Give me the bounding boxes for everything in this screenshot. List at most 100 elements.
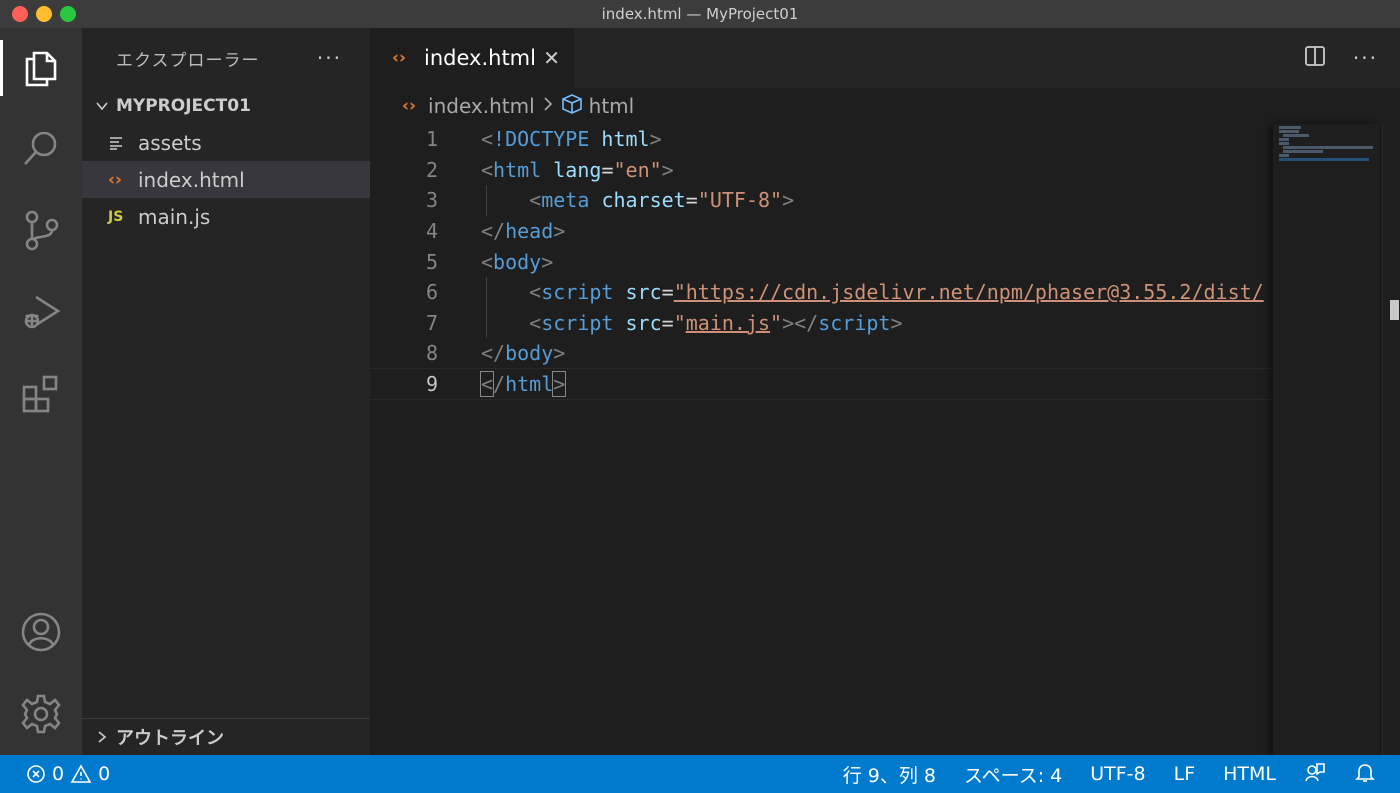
line-number: 9 — [425, 372, 438, 397]
manage-button[interactable] — [0, 682, 82, 746]
cube-icon — [561, 93, 583, 120]
feedback-button[interactable] — [1304, 761, 1326, 788]
minimap-line — [1279, 138, 1289, 141]
token: lang — [553, 157, 602, 182]
status-bar-right: 行 9、列 8 スペース: 4 UTF-8 LF HTML — [843, 761, 1400, 788]
file-name: main.js — [138, 204, 211, 229]
list-icon — [108, 135, 138, 151]
close-window-button[interactable] — [12, 6, 28, 22]
run-debug-button[interactable] — [0, 280, 82, 344]
gear-icon — [21, 694, 61, 734]
close-icon[interactable]: ✕ — [543, 46, 560, 70]
tab-label: index.html — [424, 46, 536, 70]
breadcrumb: ‹› index.html html — [370, 88, 1400, 124]
more-actions-button[interactable]: ··· — [1353, 46, 1378, 70]
language-mode[interactable]: HTML — [1223, 763, 1276, 785]
tab-bar: ‹› index.html ✕ ··· — [370, 28, 1400, 88]
chevron-down-icon — [90, 94, 114, 118]
code-line[interactable]: 3 <meta charset="UTF-8"> — [370, 185, 1273, 216]
minimap-line — [1283, 150, 1323, 153]
code-line-current[interactable]: 9 </html> — [369, 367, 1274, 401]
token: script — [818, 310, 891, 335]
breadcrumb-symbol[interactable]: html — [589, 94, 635, 118]
error-count: 0 — [52, 763, 65, 785]
outline-section[interactable]: アウトライン — [82, 718, 370, 755]
token: "https://cdn.jsdelivr.net/npm/phaser@3.5… — [673, 280, 1264, 305]
bell-icon — [1355, 763, 1375, 782]
file-item-index-html[interactable]: ‹› index.html — [82, 161, 370, 198]
minimap-line — [1283, 134, 1309, 137]
token: head — [505, 219, 554, 244]
problems-indicator[interactable]: 0 0 — [0, 763, 110, 785]
error-icon — [27, 765, 45, 783]
minimap-line — [1279, 126, 1301, 129]
source-control-icon — [25, 210, 59, 251]
tab-index-html[interactable]: ‹› index.html ✕ — [370, 28, 574, 88]
code-line[interactable]: 1 <!DOCTYPE html> — [370, 124, 1273, 155]
end-of-line[interactable]: LF — [1174, 763, 1196, 785]
run-debug-icon — [24, 295, 61, 329]
js-file-icon: JS — [108, 208, 124, 225]
line-content: <script src="https://cdn.jsdelivr.net/np… — [529, 280, 1264, 305]
line-number: 3 — [425, 188, 438, 213]
file-name: assets — [138, 130, 202, 155]
more-actions-button[interactable]: ··· — [317, 46, 342, 70]
split-editor-button[interactable] — [1303, 44, 1327, 72]
search-icon — [24, 131, 57, 165]
explorer-button[interactable] — [0, 36, 82, 100]
html-file-icon: ‹› — [402, 96, 417, 116]
line-number: 4 — [425, 219, 438, 244]
breadcrumb-file[interactable]: index.html — [428, 94, 535, 118]
minimap-line — [1279, 142, 1289, 145]
token: body — [493, 249, 542, 274]
explorer-sidebar: エクスプローラー ··· MYPROJECT01 assets ‹› index… — [82, 28, 370, 755]
token: "en" — [613, 157, 662, 182]
file-item-assets[interactable]: assets — [82, 124, 370, 161]
minimap[interactable] — [1273, 124, 1379, 755]
code-editor[interactable]: 1 <!DOCTYPE html> 2 <html lang="en"> 3 <… — [369, 124, 1274, 401]
accounts-button[interactable] — [0, 600, 82, 664]
token: body — [505, 341, 554, 366]
token: "UTF-8" — [697, 188, 783, 213]
minimap-line — [1279, 130, 1299, 133]
line-content: <script src="main.js"></script> — [529, 310, 903, 335]
token: meta — [541, 188, 590, 213]
line-number: 8 — [425, 341, 438, 366]
zoom-window-button[interactable] — [60, 6, 76, 22]
cursor-position[interactable]: 行 9、列 8 — [843, 761, 936, 788]
project-name: MYPROJECT01 — [116, 96, 251, 116]
window-controls — [12, 6, 76, 22]
file-name: index.html — [138, 167, 245, 192]
minimap-line — [1279, 154, 1289, 157]
line-content: <body> — [481, 249, 554, 274]
source-control-button[interactable] — [0, 198, 82, 262]
file-item-main-js[interactable]: JS main.js — [82, 198, 370, 235]
window-title: index.html — MyProject01 — [601, 5, 799, 23]
line-content: </head> — [481, 219, 566, 244]
line-number: 1 — [425, 127, 438, 152]
notifications-button[interactable] — [1354, 761, 1376, 788]
project-folder[interactable]: MYPROJECT01 — [82, 88, 370, 124]
code-line[interactable]: 4 </head> — [370, 216, 1273, 247]
vertical-scrollbar[interactable] — [1382, 124, 1400, 755]
line-content: </body> — [481, 341, 566, 366]
code-line[interactable]: 8 </body> — [370, 338, 1273, 369]
code-line[interactable]: 2 <html lang="en"> — [370, 155, 1273, 186]
encoding[interactable]: UTF-8 — [1090, 763, 1145, 785]
line-content: <html lang="en"> — [481, 157, 674, 182]
line-number: 5 — [425, 249, 438, 274]
chevron-right-icon — [541, 94, 555, 118]
code-line[interactable]: 7 <script src="main.js"></script> — [370, 307, 1273, 339]
minimap-line — [1279, 158, 1369, 161]
extensions-button[interactable] — [0, 362, 82, 426]
minimize-window-button[interactable] — [36, 6, 52, 22]
token: charset — [601, 188, 686, 213]
code-line[interactable]: 5 <body> — [370, 246, 1273, 277]
scrollbar-thumb[interactable] — [1390, 300, 1399, 320]
search-button[interactable] — [0, 116, 82, 180]
indentation[interactable]: スペース: 4 — [964, 761, 1062, 788]
split-editor-icon — [1305, 46, 1325, 66]
account-icon — [21, 612, 61, 652]
outline-label: アウトライン — [116, 728, 224, 749]
code-line[interactable]: 6 <script src="https://cdn.jsdelivr.net/… — [370, 276, 1273, 308]
